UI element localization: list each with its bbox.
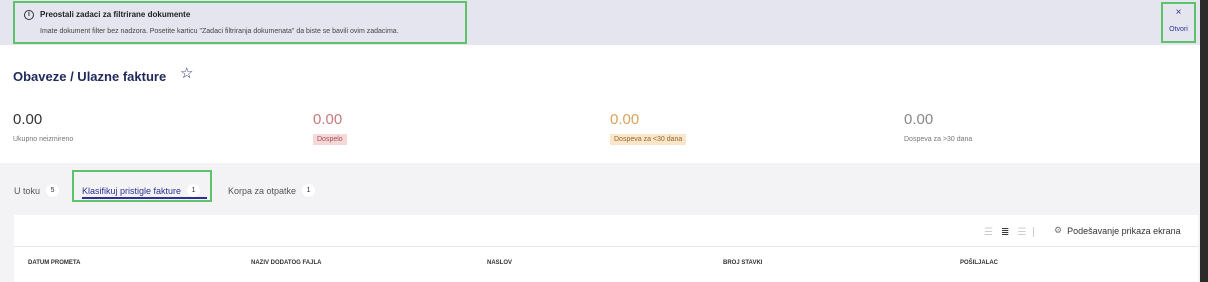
page-title: Obaveze / Ulazne fakture [13,69,167,84]
tab-classify-invoices[interactable]: Klasifikuj pristigle fakture 1 [82,184,201,197]
stat-value: 0.00 [610,111,640,128]
notice-title: Preostali zadaci za filtrirane dokumente [40,10,191,19]
window-edge [1200,0,1208,282]
tab-label: Korpa za otpatke [228,185,297,196]
close-icon[interactable]: × [1163,8,1194,18]
info-icon: i [24,10,34,20]
column-header-filename[interactable]: NAZIV DODATOG FAJLA [251,260,321,266]
toolbar-divider [1033,227,1034,237]
open-link[interactable]: Otvori [1163,26,1194,33]
column-header-date[interactable]: DATUM PROMETA [28,260,80,266]
stat-due-under-30: 0.00 Dospeva za <30 dana [610,111,687,146]
grid-view-icon[interactable]: ☰ [984,227,993,238]
settings-label: Podešavanje prikaza ekrana [1067,225,1181,236]
open-box: × Otvori [1161,2,1196,43]
tab-count-badge: 5 [46,184,60,197]
notice-box: i Preostali zadaci za filtrirane dokumen… [13,1,467,44]
view-toggle: ☰ ≣ ☰ [984,227,1026,238]
table-card: ☰ ≣ ☰ ⚙ Podešavanje prikaza ekrana DATUM… [14,215,1198,282]
active-tab-underline [82,197,207,199]
stat-overdue: 0.00 Dospelo [313,112,347,146]
stat-value: 0.00 [13,111,43,128]
stat-outstanding: 0.00 Ukupno neizmireno [13,112,73,146]
stat-label: Ukupno neizmireno [13,136,74,143]
notification-banner: i Preostali zadaci za filtrirane dokumen… [0,0,1200,45]
stat-label: Dospelo [313,134,347,145]
header-divider [14,246,1198,247]
stat-value: 0.00 [313,111,343,128]
tab-label: Klasifikuj pristigle fakture [82,185,182,196]
stat-label: Dospeva za <30 dana [610,134,687,145]
tab-in-progress[interactable]: U toku 5 [14,184,60,197]
tab-count-badge: 1 [187,184,201,197]
tab-count-badge: 1 [302,184,316,197]
stat-due-over-30: 0.00 Dospeva za >30 dana [904,112,972,146]
favorite-star-icon[interactable]: ☆ [180,66,193,81]
gear-icon: ⚙ [1054,225,1063,235]
stat-label: Dospeva za >30 dana [904,136,973,143]
summary-panel: Obaveze / Ulazne fakture ☆ 0.00 Ukupno n… [0,45,1200,163]
column-header-sender[interactable]: POŠILJALAC [960,260,998,266]
screen-settings-button[interactable]: ⚙ Podešavanje prikaza ekrana [1054,225,1181,236]
compact-view-icon[interactable]: ☰ [1017,227,1026,238]
stat-value: 0.00 [904,111,934,128]
list-view-icon[interactable]: ≣ [1001,227,1009,238]
column-header-title[interactable]: NASLOV [487,260,512,266]
column-header-item-count[interactable]: BROJ STAVKI [723,260,762,266]
tab-trash[interactable]: Korpa za otpatke 1 [228,184,316,197]
notice-text: Imate dokument filter bez nadzora. Poset… [40,28,399,35]
tab-label: U toku [14,185,41,196]
